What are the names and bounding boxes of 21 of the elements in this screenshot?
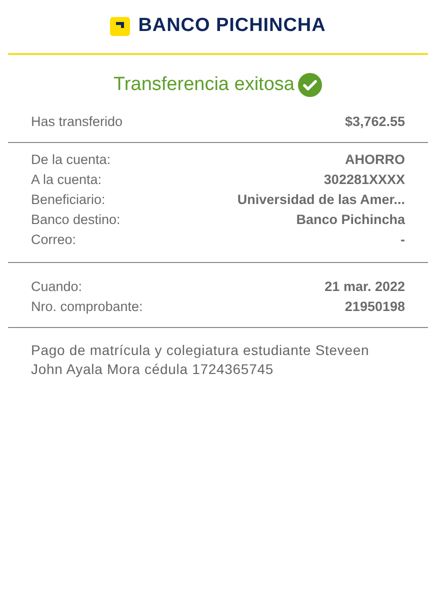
field-label: Banco destino: [31,210,120,228]
field-value: Banco Pichincha [296,210,405,228]
field-value: $3,762.55 [344,112,405,130]
field-value: - [400,230,405,248]
payment-note: Pago de matrícula y colegiatura estudiante Steveen John Ayala Mora cédula 1724365745 [30,340,370,378]
field-value: 21 mar. 2022 [324,278,405,296]
field-value: 302281XXXX [324,170,405,188]
brand-name: BANCO PICHINCHA [138,14,326,38]
field-label: A la cuenta: [31,170,102,188]
field-label: Beneficiario: [31,190,106,208]
field-value: Universidad de las Amer... [237,190,405,208]
check-icon [298,73,322,98]
field-label: Correo: [31,230,76,248]
field-label: Has transferido [31,112,123,130]
field-label: De la cuenta: [31,150,111,168]
field-label: Cuando: [31,278,82,296]
field-value: AHORRO [345,150,405,168]
logo-icon [110,17,130,36]
field-value: 21950198 [344,298,405,316]
field-label: Nro. comprobante: [31,298,143,316]
success-title: Transferencia exitosa [114,73,294,97]
